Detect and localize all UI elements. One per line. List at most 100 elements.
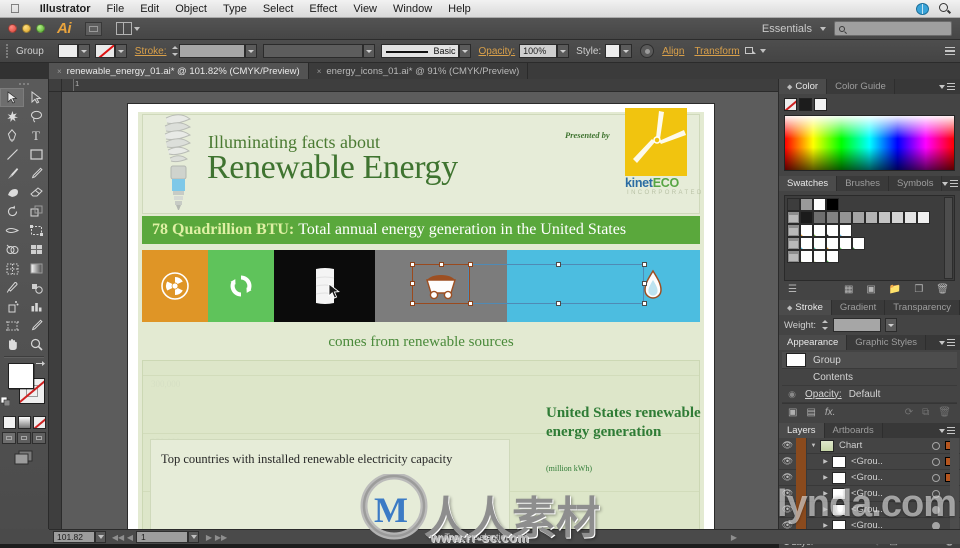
menu-effect[interactable]: Effect <box>301 3 345 15</box>
disclosure-triangle-icon[interactable]: ▶ <box>819 506 832 513</box>
lightbulb-illustration[interactable] <box>150 108 206 212</box>
target-indicator-icon[interactable] <box>932 489 940 498</box>
gradient-mode-icon[interactable] <box>17 416 31 429</box>
tab-transparency[interactable]: Transparency <box>885 300 960 315</box>
type-tool[interactable]: T <box>24 126 48 145</box>
duplicate-item-icon[interactable]: ⧉ <box>922 407 929 418</box>
perspective-grid-tool[interactable] <box>24 240 48 259</box>
swatch-teal[interactable] <box>813 237 826 250</box>
close-icon[interactable]: × <box>57 67 62 76</box>
swatch-gray[interactable] <box>865 211 878 224</box>
next-artboard-button[interactable]: ▶ <box>203 531 215 543</box>
add-new-effect-icon[interactable]: fx. <box>825 407 836 418</box>
swatch-lightgreen[interactable] <box>839 237 852 250</box>
swatch-gray[interactable] <box>878 211 891 224</box>
blend-tool[interactable] <box>24 278 48 297</box>
hand-tool[interactable] <box>0 335 24 354</box>
layer-row-group[interactable]: 👁 ▶ <Grou.. <box>779 501 960 518</box>
tab-energy-icons[interactable]: × energy_icons_01.ai* @ 91% (CMYK/Previe… <box>309 63 529 79</box>
swatch-blue[interactable] <box>839 224 852 237</box>
pencil-tool[interactable] <box>24 164 48 183</box>
swatch-orange[interactable] <box>800 224 813 237</box>
eye-icon[interactable]: 👁 <box>779 472 796 483</box>
canvas-area[interactable]: Illuminating facts about Renewable Energ… <box>62 92 778 529</box>
library-icon[interactable]: ☰ <box>788 284 797 295</box>
shape-dropdown-icon[interactable] <box>759 49 766 53</box>
column-graph-tool[interactable] <box>24 297 48 316</box>
layers-scrollbar[interactable] <box>950 438 959 534</box>
clear-appearance-icon[interactable]: ⟳ <box>905 407 913 418</box>
stroke-weight-stepper[interactable] <box>170 44 179 58</box>
swatch-gray[interactable] <box>852 211 865 224</box>
paintbrush-tool[interactable] <box>0 164 24 183</box>
layer-name[interactable]: <Grou.. <box>851 456 932 467</box>
close-icon[interactable]: × <box>317 67 322 76</box>
rotate-tool[interactable] <box>0 202 24 221</box>
full-screen-menu-bar-icon[interactable] <box>17 432 31 444</box>
swatch-registration[interactable] <box>800 198 813 211</box>
shape-builder-tool[interactable] <box>0 240 24 259</box>
menu-view[interactable]: View <box>345 3 385 15</box>
swatch-gray[interactable] <box>917 211 930 224</box>
eye-icon[interactable]: 👁 <box>779 456 796 467</box>
prev-artboard-button[interactable]: ◀ <box>124 531 136 543</box>
anchor-point[interactable] <box>642 301 647 306</box>
none-mode-icon[interactable] <box>32 416 46 429</box>
tools-gripper[interactable] <box>0 79 48 88</box>
free-transform-tool[interactable] <box>24 221 48 240</box>
normal-screen-mode-icon[interactable] <box>2 432 16 444</box>
swatch-cyan[interactable] <box>800 237 813 250</box>
swap-fill-stroke-icon[interactable] <box>35 360 45 370</box>
anchor-point[interactable] <box>556 301 561 306</box>
selection-bbox-water-drop[interactable] <box>468 264 644 304</box>
ruler-origin[interactable] <box>49 79 62 92</box>
first-artboard-button[interactable]: ◀◀ <box>112 531 124 543</box>
stroke-dropdown-icon[interactable] <box>114 44 127 58</box>
pen-tool[interactable] <box>0 126 24 145</box>
swatch-gray[interactable] <box>800 211 813 224</box>
layer-row-group[interactable]: 👁 ▶ <Grou.. <box>779 485 960 502</box>
target-indicator-icon[interactable] <box>932 473 940 482</box>
layer-name[interactable]: <Grou.. <box>851 504 932 515</box>
close-button[interactable] <box>8 24 17 33</box>
swatch-group-folder[interactable] <box>787 224 800 237</box>
brush-dropdown-icon[interactable] <box>459 44 472 58</box>
layer-row-group[interactable]: 👁 ▶ <Grou.. <box>779 469 960 486</box>
eye-icon[interactable]: 👁 <box>779 440 796 451</box>
eye-icon[interactable]: 👁 <box>779 504 796 515</box>
top-countries-box[interactable]: Top countries with installed renewable e… <box>150 439 510 529</box>
appearance-row-group[interactable]: Group <box>782 352 957 369</box>
opacity-label[interactable]: Opacity: <box>478 46 515 57</box>
stat-bar[interactable]: 78 Quadrillion BTU: Total annual energy … <box>142 216 700 244</box>
width-profile-dropdown-icon[interactable] <box>363 44 376 58</box>
delete-item-icon[interactable]: 🗑 <box>938 407 951 418</box>
appearance-row-contents[interactable]: Contents <box>782 369 957 386</box>
anchor-point[interactable] <box>410 301 415 306</box>
apple-icon[interactable]:  <box>0 2 32 15</box>
zoom-button[interactable] <box>36 24 45 33</box>
color-mode-icon[interactable] <box>2 416 16 429</box>
color-spectrum-ramp[interactable] <box>784 115 955 171</box>
transform-label[interactable]: Transform <box>694 46 739 57</box>
line-segment-tool[interactable] <box>0 145 24 164</box>
target-indicator-icon[interactable] <box>932 457 940 466</box>
brush-definition-select[interactable]: Basic <box>381 44 460 58</box>
add-new-fill-icon[interactable]: ▤ <box>806 407 815 418</box>
tab-renewable-energy[interactable]: × renewable_energy_01.ai* @ 101.82% (CMY… <box>49 63 309 79</box>
swatch-gray[interactable] <box>891 211 904 224</box>
swatch-pale[interactable] <box>800 250 813 263</box>
nuclear-icon[interactable] <box>142 250 208 322</box>
tab-artboards[interactable]: Artboards <box>824 423 883 438</box>
color-black-swatch[interactable] <box>799 98 812 111</box>
variable-width-profile-input[interactable] <box>263 44 364 58</box>
stroke-weight-input[interactable] <box>833 318 882 332</box>
stroke-label[interactable]: Stroke: <box>135 46 167 57</box>
layer-name[interactable]: Chart <box>839 440 932 451</box>
workspace-switcher[interactable]: Essentials <box>762 23 812 35</box>
disclosure-triangle-icon[interactable]: ▶ <box>819 474 832 481</box>
eraser-tool[interactable] <box>24 183 48 202</box>
menu-object[interactable]: Object <box>167 3 215 15</box>
last-artboard-button[interactable]: ▶▶ <box>215 531 227 543</box>
new-color-group-icon[interactable]: ▣ <box>866 284 875 295</box>
change-screen-mode-icon[interactable] <box>0 450 48 466</box>
